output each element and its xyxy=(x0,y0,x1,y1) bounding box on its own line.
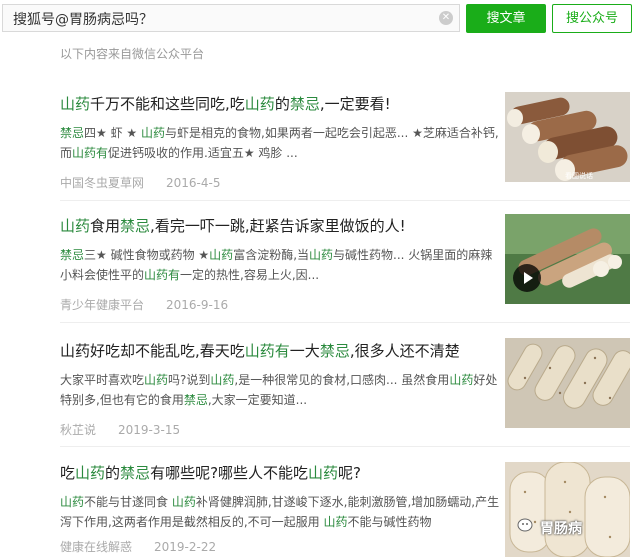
search-query[interactable]: 搜狐号@胃肠病忌吗？ xyxy=(13,9,153,29)
search-bar: 搜狐号@胃肠病忌吗？ ✕ 搜文章 搜公众号 xyxy=(0,0,640,38)
text-segment: ,很多人还不清楚 xyxy=(349,342,460,360)
text-segment: 三★ 碱性食物或药物 ★ xyxy=(84,248,210,262)
wechat-icon xyxy=(517,518,533,532)
keyword-highlight: 山药 xyxy=(60,217,91,235)
text-segment: ,看完一吓一跳,赶紧告诉家里做饭的人! xyxy=(150,217,406,235)
divider xyxy=(60,322,630,323)
text-segment: 富含淀粉酶,当 xyxy=(233,248,310,262)
yam-image xyxy=(505,462,630,557)
result-meta: 青少年健康平台 2016-9-16 xyxy=(60,296,500,313)
search-input[interactable]: 搜狐号@胃肠病忌吗？ ✕ xyxy=(2,4,460,32)
keyword-highlight: 禁忌 xyxy=(60,126,85,140)
result-source[interactable]: 中国冬虫夏草网 xyxy=(60,176,144,190)
keyword-highlight: 山药有 xyxy=(144,268,181,282)
keyword-highlight: 山药有 xyxy=(244,342,290,360)
source-note: 以下内容来自微信公众平台 xyxy=(60,47,205,61)
keyword-highlight: 山药 xyxy=(75,464,106,482)
keyword-highlight: 禁忌 xyxy=(183,393,208,407)
text-segment: 四★ 虾 ★ xyxy=(84,126,141,140)
divider xyxy=(60,200,630,201)
keyword-highlight: 山药 xyxy=(323,515,348,529)
text-segment: 的 xyxy=(105,464,121,482)
result-thumbnail[interactable] xyxy=(505,214,630,304)
result-item[interactable]: 山药食用禁忌,看完一吓一跳,赶紧告诉家里做饭的人! 禁忌三★ 碱性食物或药物 ★… xyxy=(60,215,500,313)
text-segment: 吗?说到 xyxy=(168,373,211,387)
keyword-highlight: 山药 xyxy=(449,373,474,387)
keyword-highlight: 山药有 xyxy=(72,146,109,160)
yam-image: 看图说话 xyxy=(505,92,630,182)
result-source[interactable]: 健康在线解惑 xyxy=(60,540,132,554)
result-date: 2019-3-15 xyxy=(118,423,181,437)
search-accounts-button[interactable]: 搜公众号 xyxy=(552,4,632,33)
text-segment: 一定的热性,容易上火,因... xyxy=(180,268,320,282)
text-segment: 大家平时喜欢吃 xyxy=(60,373,145,387)
keyword-highlight: 禁忌 xyxy=(289,95,320,113)
result-item[interactable]: 山药好吃却不能乱吃,春天吃山药有一大禁忌,很多人还不清楚 大家平时喜欢吃山药吗?… xyxy=(60,340,500,438)
result-item[interactable]: 吃山药的禁忌有哪些呢?哪些人不能吃山药呢? 山药不能与甘遂同食 山药补肾健脾润肺… xyxy=(60,462,500,555)
result-item[interactable]: 山药千万不能和这些同吃,吃山药的禁忌,一定要看! 禁忌四★ 虾 ★ 山药与虾是相… xyxy=(60,93,500,191)
text-segment: 的 xyxy=(274,95,290,113)
result-thumbnail[interactable] xyxy=(505,338,630,428)
result-date: 2016-4-5 xyxy=(166,176,221,190)
keyword-highlight: 山药 xyxy=(210,373,235,387)
watermark-label: 胃肠病 xyxy=(540,521,582,537)
text-segment: 吃 xyxy=(60,464,76,482)
text-segment: 有哪些呢?哪些人不能吃 xyxy=(150,464,309,482)
keyword-highlight: 山药 xyxy=(309,248,334,262)
result-thumbnail[interactable]: 看图说话 xyxy=(505,92,630,182)
keyword-highlight: 禁忌 xyxy=(120,217,151,235)
thumb-caption: 看图说话 xyxy=(565,171,593,180)
keyword-highlight: 山药 xyxy=(209,248,234,262)
text-segment: ,一定要看! xyxy=(319,95,391,113)
text-segment: 千万不能和这些同吃,吃 xyxy=(90,95,245,113)
result-date: 2019-2-22 xyxy=(154,540,217,554)
text-segment: 促进钙吸收的作用.适宜五★ 鸡胗 ... xyxy=(108,146,298,160)
keyword-highlight: 山药 xyxy=(60,95,91,113)
result-meta: 中国冬虫夏草网 2016-4-5 xyxy=(60,174,500,191)
result-title[interactable]: 山药千万不能和这些同吃,吃山药的禁忌,一定要看! xyxy=(60,93,500,114)
text-segment: 不能与碱性药物 xyxy=(347,515,432,529)
yam-image xyxy=(505,338,630,428)
divider xyxy=(60,446,630,447)
result-source[interactable]: 秋芷说 xyxy=(60,423,96,437)
text-segment: ,是一种很常见的食材,口感肉... 虽然食用 xyxy=(234,373,450,387)
keyword-highlight: 山药 xyxy=(144,373,169,387)
search-articles-button[interactable]: 搜文章 xyxy=(466,4,546,33)
keyword-highlight: 山药 xyxy=(244,95,275,113)
result-snippet: 大家平时喜欢吃山药吗?说到山药,是一种很常见的食材,口感肉... 虽然食用山药好… xyxy=(60,370,500,410)
keyword-highlight: 禁忌 xyxy=(120,464,151,482)
text-segment: 一大 xyxy=(289,342,320,360)
keyword-highlight: 山药 xyxy=(171,495,196,509)
keyword-highlight: 禁忌 xyxy=(60,248,85,262)
result-snippet: 山药不能与甘遂同食 山药补肾健脾润肺,甘遂峻下逐水,能刺激肠管,增加肠蠕动,产生… xyxy=(60,492,500,532)
text-segment: 呢? xyxy=(338,464,362,482)
text-segment: 食用 xyxy=(90,217,121,235)
keyword-highlight: 禁忌 xyxy=(319,342,350,360)
result-snippet: 禁忌三★ 碱性食物或药物 ★山药富含淀粉酶,当山药与碱性药物... 火锅里面的麻… xyxy=(60,245,500,285)
text-segment: 不能与甘遂同食 xyxy=(84,495,172,509)
keyword-highlight: 山药 xyxy=(308,464,339,482)
result-date: 2016-9-16 xyxy=(166,298,229,312)
keyword-highlight: 山药 xyxy=(60,495,85,509)
result-title[interactable]: 吃山药的禁忌有哪些呢?哪些人不能吃山药呢? xyxy=(60,462,500,483)
result-meta: 秋芷说 2019-3-15 xyxy=(60,421,500,438)
clear-icon[interactable]: ✕ xyxy=(439,11,453,25)
play-icon[interactable] xyxy=(513,264,541,292)
text-segment: ,大家一定要知道... xyxy=(207,393,308,407)
result-meta: 健康在线解惑 2019-2-22 xyxy=(60,538,500,555)
text-segment: 山药好吃却不能乱吃,春天吃 xyxy=(60,342,245,360)
result-snippet: 禁忌四★ 虾 ★ 山药与虾是相克的食物,如果两者一起吃会引起恶... ★芝麻适合… xyxy=(60,123,500,163)
keyword-highlight: 山药 xyxy=(140,126,165,140)
result-title[interactable]: 山药好吃却不能乱吃,春天吃山药有一大禁忌,很多人还不清楚 xyxy=(60,340,500,361)
result-title[interactable]: 山药食用禁忌,看完一吓一跳,赶紧告诉家里做饭的人! xyxy=(60,215,500,236)
result-source[interactable]: 青少年健康平台 xyxy=(60,298,144,312)
result-thumbnail[interactable] xyxy=(505,462,630,557)
